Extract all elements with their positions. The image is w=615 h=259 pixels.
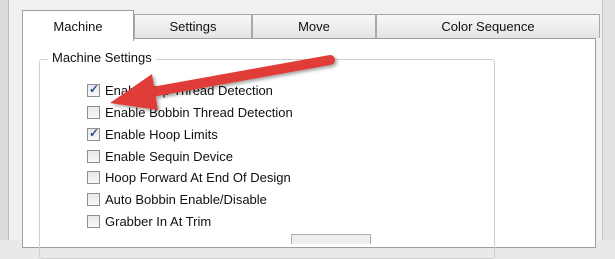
window-right-frame bbox=[602, 0, 615, 240]
option-label: Enable Hoop Limits bbox=[105, 126, 218, 142]
tab-move[interactable]: Move bbox=[252, 14, 376, 38]
checkbox-checked[interactable] bbox=[87, 82, 100, 97]
checkbox-unchecked[interactable] bbox=[87, 149, 100, 163]
tab-machine[interactable]: Machine bbox=[22, 10, 134, 41]
checkbox-unchecked[interactable] bbox=[87, 192, 100, 206]
option-label: Enable Sequin Device bbox=[105, 148, 233, 164]
option-label: Enable Top Thread Detection bbox=[105, 82, 273, 98]
settings-window: Machine Settings Move Color Sequence Mac… bbox=[0, 0, 615, 259]
option-label: Grabber In At Trim bbox=[105, 213, 212, 229]
checkbox-unchecked[interactable] bbox=[87, 105, 100, 119]
checkbox-checked[interactable] bbox=[87, 126, 100, 141]
tab-strip: Machine Settings Move Color Sequence bbox=[22, 10, 600, 41]
group-title: Machine Settings bbox=[48, 50, 156, 65]
checkbox-unchecked[interactable] bbox=[87, 170, 100, 184]
checkbox-unchecked[interactable] bbox=[87, 214, 100, 228]
option-label: Auto Bobbin Enable/Disable bbox=[105, 191, 267, 207]
partial-button[interactable] bbox=[291, 234, 371, 244]
option-hoop-limits[interactable]: Enable Hoop Limits bbox=[87, 125, 218, 143]
option-sequin-device[interactable]: Enable Sequin Device bbox=[87, 147, 233, 165]
option-top-thread-detection[interactable]: Enable Top Thread Detection bbox=[87, 81, 273, 99]
tab-color-sequence-label: Color Sequence bbox=[441, 19, 535, 34]
option-hoop-forward[interactable]: Hoop Forward At End Of Design bbox=[87, 168, 291, 186]
tab-color-sequence[interactable]: Color Sequence bbox=[376, 14, 600, 38]
option-label: Enable Bobbin Thread Detection bbox=[105, 104, 293, 120]
window-left-frame bbox=[0, 0, 9, 240]
tab-move-label: Move bbox=[298, 19, 330, 34]
tab-settings[interactable]: Settings bbox=[134, 14, 252, 38]
option-grabber-in-at-trim[interactable]: Grabber In At Trim bbox=[87, 212, 211, 230]
tab-settings-label: Settings bbox=[169, 19, 217, 34]
option-auto-bobbin[interactable]: Auto Bobbin Enable/Disable bbox=[87, 190, 267, 208]
option-bobbin-thread-detection[interactable]: Enable Bobbin Thread Detection bbox=[87, 103, 293, 121]
tab-machine-label: Machine bbox=[53, 18, 103, 34]
option-label: Hoop Forward At End Of Design bbox=[105, 169, 291, 185]
